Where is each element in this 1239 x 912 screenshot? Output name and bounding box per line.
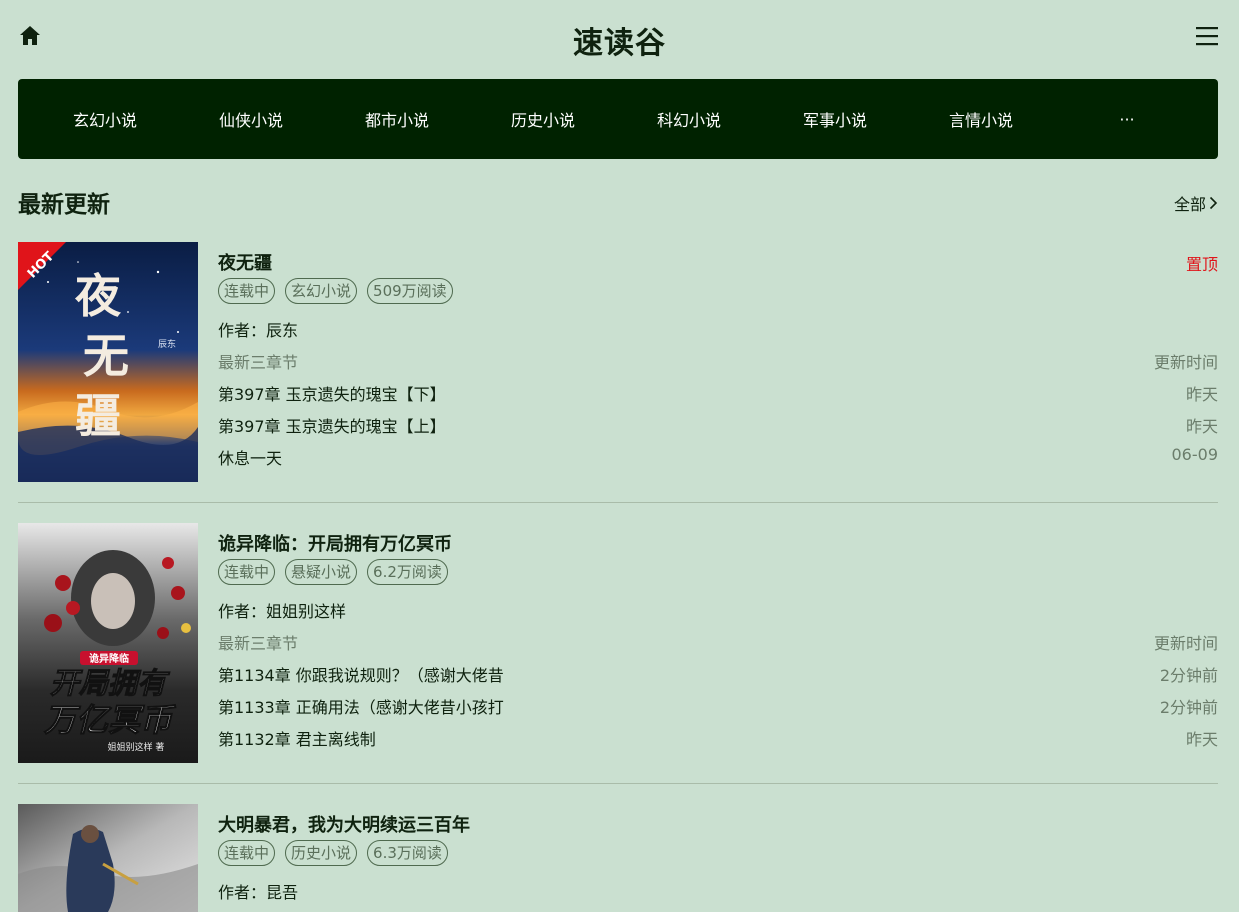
chapter-link[interactable]: 第397章 玉京遗失的瑰宝【下】 (218, 381, 446, 405)
view-all-label: 全部 (1173, 195, 1206, 214)
nav-item-xianxia[interactable]: 仙侠小说 (178, 107, 324, 131)
book-title[interactable]: 夜无疆 (218, 249, 272, 275)
pinned-label: 置顶 (1185, 255, 1218, 274)
nav-item-more[interactable]: ··· (1054, 110, 1200, 129)
chapter-row: 第1133章 正确用法（感谢大佬昔小孩打 2分钟前 (218, 694, 1218, 718)
status-tag: 连载中 (218, 278, 276, 304)
nav-item-kehuan[interactable]: 科幻小说 (616, 107, 762, 131)
site-title[interactable]: 速读谷 (0, 18, 1239, 62)
update-time-header: 更新时间 (1153, 353, 1218, 372)
book-title[interactable]: 大明暴君，我为大明续运三百年 (218, 811, 470, 837)
chapter-link[interactable]: 第1133章 正确用法（感谢大佬昔小孩打 (218, 694, 504, 718)
book-item[interactable]: 大明暴君，我为大明续运三百年 连载中 历史小说 6.3万阅读 作者：昆吾 (18, 804, 1218, 912)
divider (18, 783, 1218, 784)
chapter-row: 第1134章 你跟我说规则？（感谢大佬昔 2分钟前 (218, 662, 1218, 686)
book-author: 作者：昆吾 (218, 883, 299, 902)
nav-item-dushi[interactable]: 都市小说 (324, 107, 470, 131)
book-tags: 连载中 玄幻小说 509万阅读 (218, 278, 463, 304)
category-tag[interactable]: 历史小说 (285, 840, 358, 866)
chevron-right-icon (1209, 196, 1218, 210)
category-nav: 玄幻小说 仙侠小说 都市小说 历史小说 科幻小说 军事小说 言情小说 ··· (18, 79, 1218, 159)
menu-icon[interactable] (1195, 24, 1219, 48)
cover-title-line-2: 万亿冥币 (43, 701, 176, 739)
reads-tag: 6.2万阅读 (367, 559, 448, 585)
status-tag: 连载中 (218, 559, 276, 585)
nav-item-lishi[interactable]: 历史小说 (470, 107, 616, 131)
nav-item-xuanhuan[interactable]: 玄幻小说 (32, 107, 178, 131)
chapter-time: 2分钟前 (1159, 698, 1218, 717)
cover-author: 辰东 (158, 338, 176, 350)
chapter-time: 昨天 (1185, 730, 1218, 749)
update-time-header: 更新时间 (1153, 634, 1218, 653)
cover-title-line-1: 开局拥有 (50, 666, 171, 700)
chapter-row: 第397章 玉京遗失的瑰宝【下】 昨天 (218, 381, 1218, 405)
chapter-row: 休息一天 06-09 (218, 445, 1219, 469)
chapter-link[interactable]: 休息一天 (218, 445, 282, 469)
status-tag: 连载中 (218, 840, 276, 866)
latest-updates-header: 最新更新 全部 (18, 185, 1218, 218)
section-title: 最新更新 (18, 192, 110, 218)
book-item[interactable]: 诡异降临 开局拥有 万亿冥币 姐姐别这样 著 诡异降临：开局拥有万亿冥币 连载中… (18, 523, 1218, 764)
header: 速读谷 (0, 0, 1239, 72)
chapter-link[interactable]: 第397章 玉京遗失的瑰宝【上】 (218, 413, 446, 437)
divider (18, 502, 1218, 503)
book-cover[interactable] (18, 804, 198, 912)
book-author: 作者：辰东 (218, 321, 299, 340)
chapter-time: 昨天 (1185, 417, 1218, 436)
chapter-row: 第1132章 君主离线制 昨天 (218, 726, 1218, 750)
chapters-header-label: 最新三章节 (218, 634, 299, 653)
book-cover[interactable]: 夜无疆 辰东 HOT (18, 242, 198, 482)
book-tags: 连载中 悬疑小说 6.2万阅读 (218, 559, 458, 585)
chapters-header-label: 最新三章节 (218, 353, 299, 372)
category-tag[interactable]: 悬疑小说 (285, 559, 358, 585)
cover-badge: 诡异降临 (89, 652, 129, 665)
chapter-link[interactable]: 第1134章 你跟我说规则？（感谢大佬昔 (218, 662, 504, 686)
reads-tag: 6.3万阅读 (367, 840, 448, 866)
reads-tag: 509万阅读 (367, 278, 453, 304)
view-all-link[interactable]: 全部 (1174, 191, 1218, 215)
book-item[interactable]: 夜无疆 辰东 HOT 夜无疆 置顶 连载中 玄幻小说 509万阅读 作者：辰东 … (18, 242, 1218, 483)
cover-author: 姐姐别这样 著 (108, 741, 165, 753)
book-title[interactable]: 诡异降临：开局拥有万亿冥币 (218, 530, 452, 556)
nav-item-junshi[interactable]: 军事小说 (762, 107, 908, 131)
chapter-time: 2分钟前 (1159, 666, 1218, 685)
book-tags: 连载中 历史小说 6.3万阅读 (218, 840, 458, 866)
chapter-time: 昨天 (1185, 385, 1218, 404)
book-cover[interactable]: 诡异降临 开局拥有 万亿冥币 姐姐别这样 著 (18, 523, 198, 763)
category-tag[interactable]: 玄幻小说 (285, 278, 358, 304)
chapter-time: 06-09 (1171, 445, 1219, 464)
book-author: 作者：姐姐别这样 (218, 602, 347, 621)
nav-item-yanqing[interactable]: 言情小说 (908, 107, 1054, 131)
cover-title-char-1: 夜无疆 (74, 269, 129, 443)
chapter-link[interactable]: 第1132章 君主离线制 (218, 726, 376, 750)
chapter-row: 第397章 玉京遗失的瑰宝【上】 昨天 (218, 413, 1218, 437)
